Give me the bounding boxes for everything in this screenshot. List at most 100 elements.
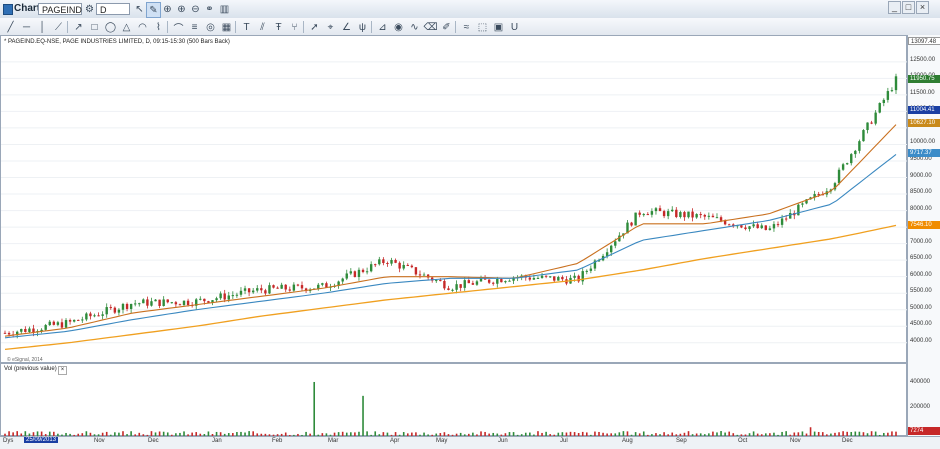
volume-pane[interactable]: Vol (previous value) × [0,363,907,436]
candle-body [776,224,780,226]
candle-body [410,265,414,268]
bars-icon[interactable]: ▥ [218,2,231,16]
hline-icon[interactable]: ─ [20,20,33,34]
save-icon[interactable]: ▣ [492,20,505,34]
angle-icon[interactable]: ∠ [340,20,353,34]
target-icon[interactable]: ⌖ [324,20,337,34]
month-label: Dec [842,438,853,444]
candle-body [300,285,304,289]
candle-body [56,322,60,325]
month-label: Oct [738,438,748,444]
candle-body [699,214,702,216]
candle-body [361,269,365,272]
candle-body [642,214,645,216]
candle-body [357,269,361,277]
trend-icon[interactable]: ↗ [72,20,85,34]
cycle-icon[interactable]: ∿ [408,20,421,34]
select-icon[interactable]: ⬚ [476,20,489,34]
candle-body [101,314,104,316]
candle-body [756,224,759,229]
text-icon[interactable]: T [240,20,253,34]
candle-body [447,288,450,291]
close-button[interactable]: × [916,1,929,14]
candle-body [109,307,112,309]
symbol-input[interactable]: PAGEIND E [38,3,82,27]
candle-body [374,264,377,266]
line-tool-icon[interactable]: ╱ [4,20,17,34]
candle-body [268,285,271,294]
candle-body [532,278,536,280]
arrow-icon[interactable]: ↖ [133,2,146,16]
link-icon[interactable]: ⚭ [203,2,216,16]
arrow-tool-icon[interactable]: ➚ [308,20,321,34]
candle-body [85,313,88,320]
candle-body [695,214,698,218]
moving-average-line [4,124,897,337]
candle-body [256,288,259,291]
date-axis[interactable]: Dys 25/09/2013 Nov Dec Jan Feb Mar Apr May Jun J… [0,436,940,449]
candle-body [882,99,885,104]
candle-body [72,319,76,322]
volume-tick: 200000 [910,404,931,410]
price-plot [1,61,908,351]
ellipse-icon[interactable]: ◯ [104,20,117,34]
candle-body [854,150,857,155]
ray-icon[interactable]: ⟋ [52,20,65,34]
price-tick: 12500.00 [910,56,936,63]
minimize-button[interactable]: _ [888,1,901,14]
zoom-in-icon[interactable]: ⊕ [175,2,188,16]
candle-body [589,268,593,271]
drawing-toolbar: ╱ ─ │ ⟋ ↗ □ ◯ △ ◠ ⌇ ⌒ ≡ ◎ ▦ T ⫽ Ŧ ⑂ ➚ ⌖ ∠ ψ ⊿ ◉ ∿ ⌫ ✐ ≈ ⬚ ▣ U [0,18,940,36]
candle-body [487,279,491,283]
candle-body [850,154,853,164]
candle-body [353,271,357,277]
polyline-icon[interactable]: ⌇ [152,20,165,34]
eye-icon[interactable]: ◉ [392,20,405,34]
volume-close-button[interactable]: × [58,366,67,375]
brush-icon[interactable]: ⌒ [172,20,185,35]
unlock-icon[interactable]: U [508,20,521,34]
candle-body [630,222,633,226]
grid-icon[interactable]: ▦ [220,20,233,34]
candle-body [439,280,442,282]
pitchfork-icon[interactable]: ψ [356,20,369,34]
candle-body [707,215,711,217]
crosshair-icon[interactable]: ⊕ [161,2,174,16]
candle-body [93,315,96,317]
price-tick: 9000.00 [910,172,932,179]
candle-body [719,217,723,221]
wave-icon[interactable]: ≈ [460,20,473,34]
circle-icon[interactable]: ◎ [204,20,217,34]
gann-icon[interactable]: ⊿ [376,20,389,34]
price-tag: 11004.41 [908,106,940,115]
maximize-button[interactable]: □ [902,1,915,14]
channel-icon[interactable]: ⫽ [256,20,269,34]
candle-body [24,328,27,332]
candle-body [687,211,690,218]
candle-body [219,293,222,299]
candle-body [711,215,715,218]
fork-icon[interactable]: ⑂ [288,20,301,34]
pencil-icon[interactable]: ✎ [146,2,161,18]
pen-icon[interactable]: ✐ [440,20,453,34]
month-label: Jan [212,438,222,444]
eraser-icon[interactable]: ⌫ [423,20,437,34]
fib-icon[interactable]: ≡ [188,20,201,34]
price-chart-pane[interactable]: * PAGEIND.EQ-NSE, PAGE INDUSTRIES LIMITE… [0,35,908,363]
zoom-out-icon[interactable]: ⊖ [189,2,202,16]
candle-body [683,212,686,218]
candle-body [402,264,405,269]
candle-body [837,169,841,184]
rectangle-icon[interactable]: □ [88,20,101,34]
triangle-icon[interactable]: △ [120,20,133,34]
vline-icon[interactable]: │ [36,20,49,34]
month-label: Nov [790,438,801,444]
arc-icon[interactable]: ◠ [136,20,149,34]
candle-body [715,217,719,219]
price-axis[interactable]: 12500.0012000.0011500.0011000.0010500.00… [907,35,940,363]
candle-body [610,245,613,253]
gear-icon[interactable]: ⚙ [83,2,96,16]
text-tool-icon[interactable]: Ŧ [272,20,285,34]
interval-select[interactable]: D [96,3,130,15]
candle-body [398,262,401,269]
